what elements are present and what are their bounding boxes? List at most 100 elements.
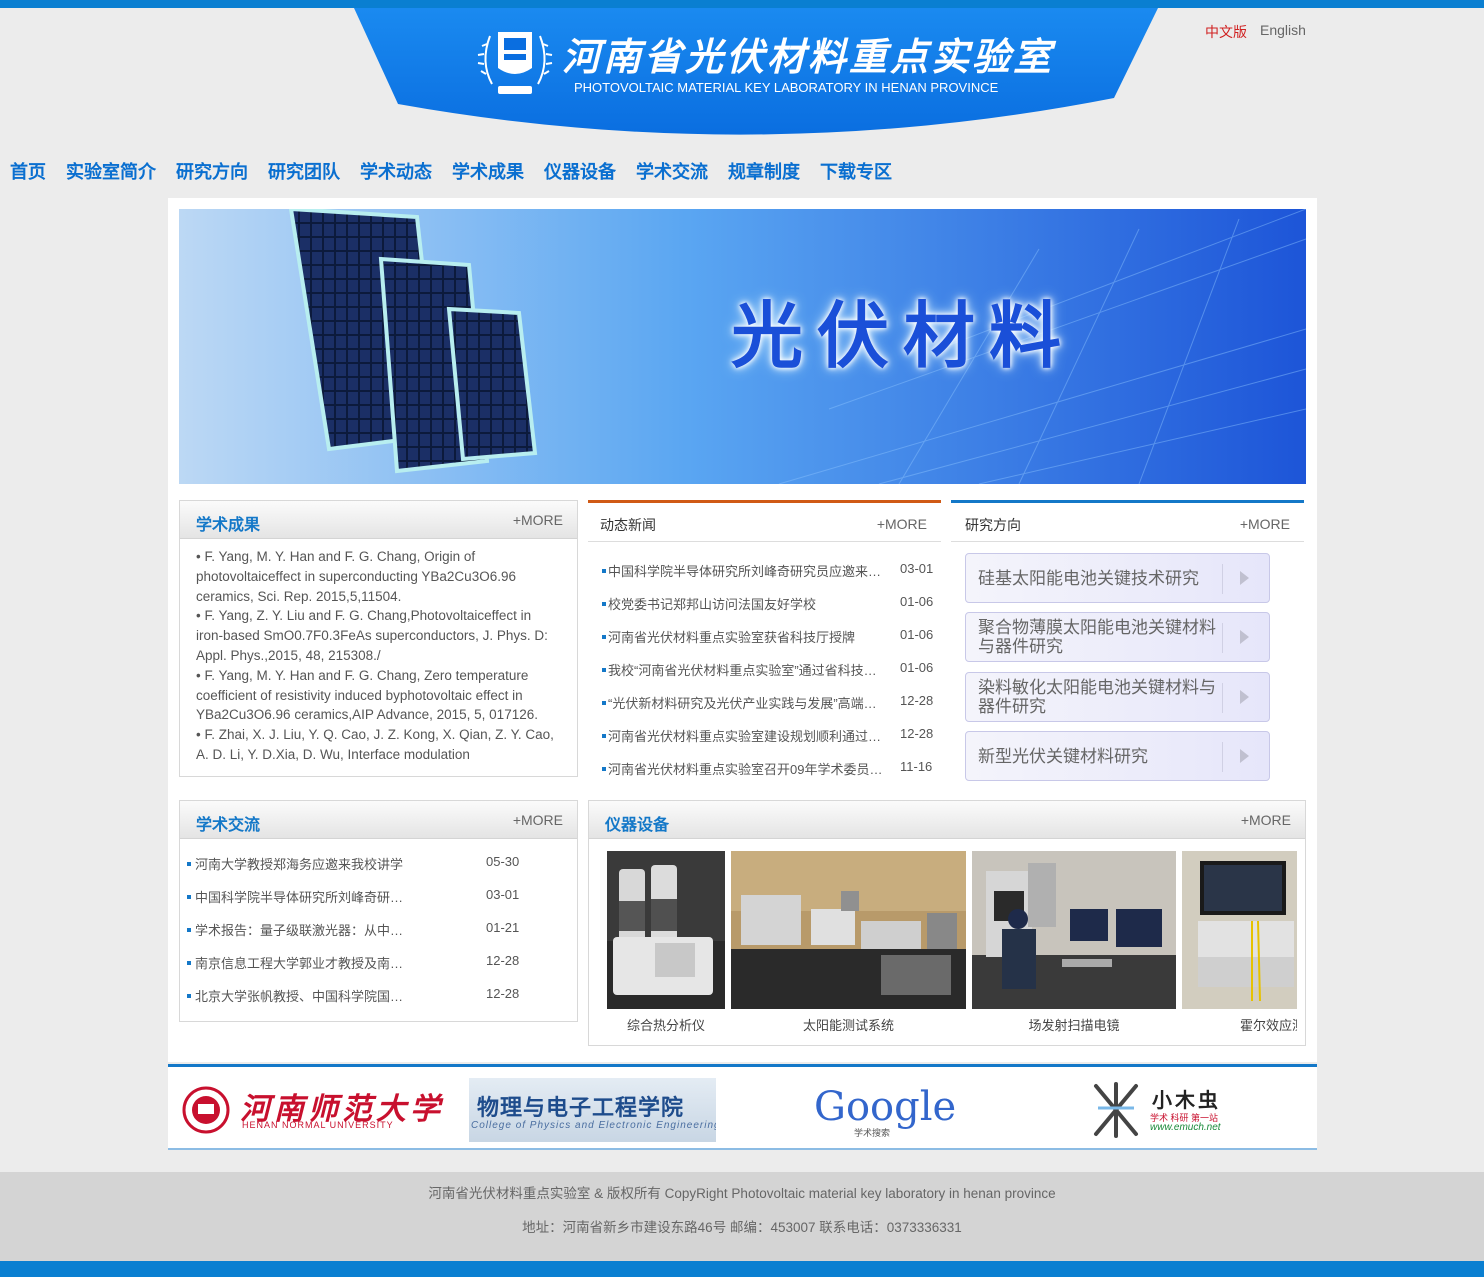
nav-item-research-direction[interactable]: 研究方向 (176, 158, 248, 186)
news-date: 01-06 (900, 660, 934, 675)
bullet-icon (602, 668, 606, 672)
google-logo-text: Google (814, 1084, 957, 1130)
nav-item-regulations[interactable]: 规章制度 (728, 158, 800, 186)
news-row[interactable]: 河南省光伏材料重点实验室召开09年学术委员会会议 11-16 (588, 750, 941, 783)
exchange-row[interactable]: 学术报告：量子级联激光器：从中红外到太赫兹 01-21 (180, 911, 577, 944)
exchange-title-text[interactable]: 南京信息工程大学郭业才教授及南京大学专家来访 (195, 953, 410, 972)
news-title-text[interactable]: 河南省光伏材料重点实验室获省科技厅授牌 (608, 627, 886, 646)
exchange-header: 学术交流 +MORE (180, 801, 577, 839)
research-item-button[interactable]: 硅基太阳能电池关键技术研究 (965, 553, 1270, 603)
top-accent-strip (0, 0, 1484, 8)
play-arrow-icon (1240, 690, 1249, 704)
research-item-button[interactable]: 聚合物薄膜太阳能电池关键材料与器件研究 (965, 612, 1270, 662)
nav-item-academic-exchange[interactable]: 学术交流 (636, 158, 708, 186)
news-title-text[interactable]: “光伏新材料研究及光伏产业实践与发展”高端论坛举行 (608, 693, 886, 712)
instruments-title: 仪器设备 (605, 817, 670, 834)
nav-item-home[interactable]: 首页 (10, 158, 46, 186)
instrument-card[interactable]: 场发射扫描电镜 (972, 851, 1176, 1039)
research-item-button[interactable]: 新型光伏关键材料研究 (965, 731, 1270, 781)
instrument-card[interactable]: 综合热分析仪 (607, 851, 725, 1039)
instrument-label: 太阳能测试系统 (802, 1018, 894, 1033)
research-item-button[interactable]: 染料敏化太阳能电池关键材料与器件研究 (965, 672, 1270, 722)
instrument-card[interactable]: 霍尔效应测试仪 (1182, 851, 1297, 1039)
research-more-link[interactable]: +MORE (1240, 516, 1290, 532)
research-item-label: 新型光伏关键材料研究 (978, 746, 1148, 766)
exchange-box: 学术交流 +MORE 河南大学教授郑海务应邀来我校讲学 05-30 中国科学院半导… (179, 800, 578, 1022)
news-title-text[interactable]: 我校“河南省光伏材料重点实验室”通过省科技厅验收 (608, 660, 886, 679)
news-title-text[interactable]: 河南省光伏材料重点实验室召开09年学术委员会会议 (608, 759, 886, 778)
google-scholar-logo-link[interactable]: Google 学术搜索 (812, 1078, 956, 1142)
news-row[interactable]: “光伏新材料研究及光伏产业实践与发展”高端论坛举行 12-28 (588, 684, 941, 717)
exchange-title-text[interactable]: 河南大学教授郑海务应邀来我校讲学 (195, 854, 410, 873)
achievement-item[interactable]: • F. Yang, Z. Y. Liu and F. G. Chang,Pho… (196, 606, 561, 665)
instrument-label: 霍尔效应测试仪 (1240, 1018, 1297, 1033)
research-header: 研究方向 +MORE (951, 500, 1304, 542)
news-date: 12-28 (900, 726, 934, 741)
news-title-text[interactable]: 河南省光伏材料重点实验室建设规划顺利通过论证 (608, 726, 886, 745)
bullet-icon (602, 635, 606, 639)
exchange-row[interactable]: 中国科学院半导体研究所刘峰奇研究员应邀来我校讲学 03-01 (180, 878, 577, 911)
exchange-title-text[interactable]: 中国科学院半导体研究所刘峰奇研究员应邀来我校讲学 (195, 887, 410, 906)
exchange-title: 学术交流 (196, 817, 261, 834)
exchange-date: 05-30 (486, 854, 520, 869)
physics-college-logo-link[interactable]: 物理与电子工程学院 College of Physics and Electro… (469, 1078, 716, 1142)
achievement-item[interactable]: • F. Zhai, X. J. Liu, Y. Q. Cao, J. Z. K… (196, 725, 561, 765)
instruments-header: 仪器设备 +MORE (589, 801, 1305, 839)
news-title-text[interactable]: 中国科学院半导体研究所刘峰奇研究员应邀来我校讲学 (608, 561, 886, 580)
bullet-icon (187, 961, 191, 965)
site-branding[interactable]: 河南省光伏材料重点实验室 PHOTOVOLTAIC MATERIAL KEY L… (474, 22, 1051, 102)
emuch-url: www.emuch.net (1150, 1122, 1221, 1133)
news-row[interactable]: 中国科学院半导体研究所刘峰奇研究员应邀来我校讲学 03-01 (588, 552, 941, 585)
exchange-more-link[interactable]: +MORE (513, 812, 563, 828)
instruments-more-link[interactable]: +MORE (1241, 812, 1291, 828)
bottom-accent-strip (0, 1261, 1484, 1277)
news-box: 动态新闻 +MORE 中国科学院半导体研究所刘峰奇研究员应邀来我校讲学 03-01… (588, 500, 941, 784)
hnnu-logo-link[interactable]: 河南师范大学 HENAN NORMAL UNIVERSITY (180, 1078, 440, 1142)
achievement-item[interactable]: • F. Yang, M. Y. Han and F. G. Chang, Ze… (196, 666, 561, 725)
news-row[interactable]: 河南省光伏材料重点实验室获省科技厅授牌 01-06 (588, 618, 941, 651)
language-english-link[interactable]: English (1260, 22, 1306, 38)
bullet-icon (602, 701, 606, 705)
physics-college-name-en: College of Physics and Electronic Engine… (471, 1120, 716, 1131)
exchange-date: 03-01 (486, 887, 520, 902)
achievement-item[interactable]: • F. Yang, M. Y. Han and F. G. Chang, Or… (196, 547, 561, 606)
nav-item-lab-intro[interactable]: 实验室简介 (66, 158, 156, 186)
news-row[interactable]: 河南省光伏材料重点实验室建设规划顺利通过论证 12-28 (588, 717, 941, 750)
exchange-title-text[interactable]: 北京大学张帆教授、中国科学院国家纳米中心专家来访 (195, 986, 410, 1005)
footer-address: 地址：河南省新乡市建设东路46号 邮编：453007 联系电话：03733363… (522, 1220, 962, 1235)
exchange-title-text[interactable]: 学术报告：量子级联激光器：从中红外到太赫兹 (195, 920, 410, 939)
news-header: 动态新闻 +MORE (588, 500, 941, 542)
news-date: 12-28 (900, 693, 934, 708)
sem-photo (972, 851, 1176, 1009)
news-title-text[interactable]: 校党委书记郑邦山访问法国友好学校 (608, 594, 886, 613)
divider (1222, 623, 1223, 653)
achievements-more-link[interactable]: +MORE (513, 512, 563, 528)
nav-item-research-team[interactable]: 研究团队 (268, 158, 340, 186)
bullet-icon (602, 767, 606, 771)
nav-item-academic-news[interactable]: 学术动态 (360, 158, 432, 186)
news-row[interactable]: 校党委书记郑邦山访问法国友好学校 01-06 (588, 585, 941, 618)
research-title: 研究方向 (965, 517, 1021, 533)
achievements-header: 学术成果 +MORE (180, 501, 577, 539)
bullet-icon (187, 862, 191, 866)
nav-item-academic-achievements[interactable]: 学术成果 (452, 158, 524, 186)
exchange-date: 01-21 (486, 920, 520, 935)
site-subtitle: PHOTOVOLTAIC MATERIAL KEY LABORATORY IN … (574, 80, 999, 95)
exchange-row[interactable]: 南京信息工程大学郭业才教授及南京大学专家来访 12-28 (180, 944, 577, 977)
emuch-name: 小木虫 (1152, 1090, 1221, 1112)
bullet-icon (187, 994, 191, 998)
instrument-card[interactable]: 太阳能测试系统 (731, 851, 966, 1039)
research-item-label: 硅基太阳能电池关键技术研究 (978, 568, 1199, 588)
language-chinese-link[interactable]: 中文版 (1205, 22, 1247, 42)
emuch-logo-link[interactable]: 小木虫 学术 科研 第一站 www.emuch.net (1088, 1078, 1238, 1142)
news-more-link[interactable]: +MORE (877, 516, 927, 532)
nav-item-downloads[interactable]: 下载专区 (820, 158, 892, 186)
nav-item-instruments[interactable]: 仪器设备 (544, 158, 616, 186)
google-scholar-sub: 学术搜索 (854, 1128, 891, 1138)
news-row[interactable]: 我校“河南省光伏材料重点实验室”通过省科技厅验收 01-06 (588, 651, 941, 684)
exchange-row[interactable]: 北京大学张帆教授、中国科学院国家纳米中心专家来访 12-28 (180, 977, 577, 1010)
research-item-label: 染料敏化太阳能电池关键材料与器件研究 (978, 678, 1216, 716)
exchange-list: 河南大学教授郑海务应邀来我校讲学 05-30 中国科学院半导体研究所刘峰奇研究员应… (180, 839, 577, 1010)
exchange-row[interactable]: 河南大学教授郑海务应邀来我校讲学 05-30 (180, 845, 577, 878)
hero-banner[interactable]: 光伏材料 (179, 209, 1306, 484)
